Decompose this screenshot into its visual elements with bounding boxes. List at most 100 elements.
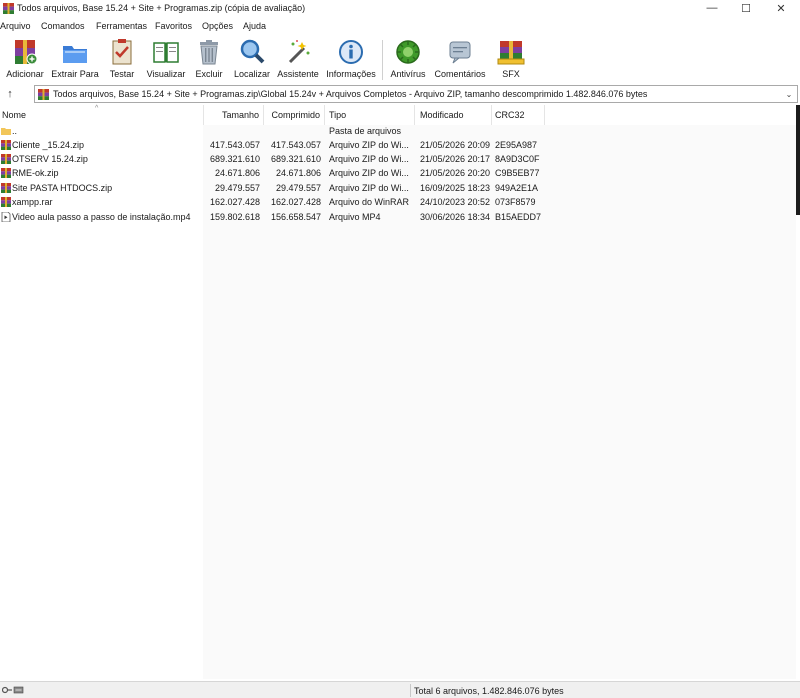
up-folder-button[interactable]: ↑ [2, 86, 18, 102]
file-modified: 21/05/2026 20:09 [420, 140, 491, 150]
file-type: Arquivo ZIP do Wi... [329, 154, 409, 164]
menu-bar: Arquivo Comandos Ferramentas Favoritos O… [0, 19, 800, 34]
winrar-archive-icon [1, 183, 11, 193]
column-header: Nome Tamanho Comprimido Tipo Modificado … [0, 105, 545, 125]
column-crc32[interactable]: CRC32 [492, 105, 545, 125]
wizard-button[interactable]: Assistente [276, 38, 320, 80]
file-packed: 417.543.057 [270, 140, 321, 150]
table-row[interactable]: OTSERV 15.24.zip 689.321.610 689.321.610… [0, 152, 545, 166]
file-size: 689.321.610 [209, 154, 260, 164]
column-size[interactable]: Tamanho [204, 105, 264, 125]
delete-button[interactable]: Excluir [194, 38, 224, 80]
view-label: Visualizar [146, 69, 186, 79]
close-button[interactable]: ✕ [765, 0, 797, 16]
find-button[interactable]: Localizar [232, 38, 272, 80]
file-modified: 21/05/2026 20:20 [420, 168, 491, 178]
video-file-icon [1, 212, 11, 222]
comment-label: Comentários [434, 69, 486, 79]
file-size: 159.802.618 [209, 212, 260, 222]
winrar-archive-icon [38, 89, 49, 100]
column-name[interactable]: Nome [0, 105, 204, 125]
column-packed[interactable]: Comprimido [264, 105, 325, 125]
file-packed: 162.027.428 [270, 197, 321, 207]
file-packed: 689.321.610 [270, 154, 321, 164]
table-row-parent[interactable]: .. Pasta de arquivos [0, 124, 545, 138]
wizard-label: Assistente [277, 69, 319, 79]
menu-opcoes[interactable]: Opções [202, 21, 233, 31]
path-dropdown-button[interactable]: ⌄ [783, 87, 795, 101]
file-crc32: 8A9D3C0F [495, 154, 540, 164]
window-edge [796, 105, 800, 215]
address-bar: ↑ Todos arquivos, Base 15.24 + Site + Pr… [0, 84, 800, 104]
file-type: Arquivo ZIP do Wi... [329, 168, 409, 178]
table-row[interactable]: Video aula passo a passo de instalação.m… [0, 210, 545, 224]
file-size: 24.671.806 [214, 168, 260, 178]
winrar-archive-icon [1, 197, 11, 207]
table-row[interactable]: RME-ok.zip 24.671.806 24.671.806 Arquivo… [0, 166, 545, 180]
file-name: OTSERV 15.24.zip [12, 154, 88, 164]
winrar-archive-icon [1, 154, 11, 164]
toolbar: Adicionar Extrair Para Testar Visualizar [0, 35, 800, 80]
add-button[interactable]: Adicionar [4, 38, 46, 80]
file-crc32: B15AEDD7 [495, 212, 542, 222]
status-total: Total 6 arquivos, 1.482.846.076 bytes [414, 686, 564, 696]
menu-comandos[interactable]: Comandos [41, 21, 85, 31]
file-packed: 156.658.547 [270, 212, 321, 222]
add-icon [15, 40, 38, 65]
file-name: RME-ok.zip [12, 168, 59, 178]
status-key-drive-icon[interactable] [2, 685, 24, 695]
test-label: Testar [109, 69, 135, 79]
file-crc32: 949A2E1A [495, 183, 539, 193]
file-size: 29.479.557 [214, 183, 260, 193]
table-row[interactable]: xampp.rar 162.027.428 162.027.428 Arquiv… [0, 195, 545, 209]
view-button[interactable]: Visualizar [146, 38, 186, 80]
menu-ajuda[interactable]: Ajuda [243, 21, 266, 31]
comment-icon [449, 41, 471, 64]
file-name: Cliente _15.24.zip [12, 140, 85, 150]
title-bar: Todos arquivos, Base 15.24 + Site + Prog… [0, 0, 800, 18]
column-modified[interactable]: Modificado [415, 105, 492, 125]
status-bar: Total 6 arquivos, 1.482.846.076 bytes [0, 681, 800, 698]
table-row[interactable]: Site PASTA HTDOCS.zip 29.479.557 29.479.… [0, 181, 545, 195]
sfx-icon [497, 41, 525, 65]
path-field[interactable]: Todos arquivos, Base 15.24 + Site + Prog… [34, 85, 798, 103]
file-name: xampp.rar [12, 197, 53, 207]
file-modified: 24/10/2023 20:52 [420, 197, 491, 207]
file-modified: 16/09/2025 18:23 [420, 183, 491, 193]
table-row[interactable]: Cliente _15.24.zip 417.543.057 417.543.0… [0, 138, 545, 152]
test-icon [112, 39, 132, 65]
delete-label: Excluir [195, 69, 223, 79]
column-type[interactable]: Tipo [325, 105, 415, 125]
menu-ferramentas[interactable]: Ferramentas [96, 21, 147, 31]
test-button[interactable]: Testar [106, 38, 138, 80]
add-label: Adicionar [6, 69, 44, 79]
file-type: Arquivo ZIP do Wi... [329, 183, 409, 193]
file-modified: 21/05/2026 20:17 [420, 154, 491, 164]
window-title: Todos arquivos, Base 15.24 + Site + Prog… [17, 3, 306, 13]
view-icon [153, 42, 179, 63]
winrar-app-icon [3, 3, 14, 14]
extract-label: Extrair Para [51, 69, 99, 79]
sfx-button[interactable]: SFX [496, 38, 526, 80]
file-crc32: 073F8579 [495, 197, 536, 207]
sfx-label: SFX [502, 69, 520, 79]
wizard-icon [288, 40, 310, 64]
file-packed: 24.671.806 [275, 168, 321, 178]
maximize-button[interactable]: ☐ [730, 0, 762, 16]
winrar-archive-icon [1, 140, 11, 150]
file-modified: 30/06/2026 18:34 [420, 212, 491, 222]
file-type: Arquivo ZIP do Wi... [329, 140, 409, 150]
antivirus-button[interactable]: Antivírus [388, 38, 428, 80]
extract-icon [63, 46, 87, 63]
file-name: Site PASTA HTDOCS.zip [12, 183, 113, 193]
antivirus-icon [396, 40, 420, 64]
file-type: Arquivo MP4 [329, 212, 381, 222]
file-size: 162.027.428 [209, 197, 260, 207]
minimize-button[interactable]: — [696, 0, 728, 16]
comment-button[interactable]: Comentários [432, 38, 488, 80]
info-button[interactable]: Informações [324, 38, 378, 80]
menu-arquivo[interactable]: Arquivo [0, 21, 31, 31]
file-size: 417.543.057 [209, 140, 260, 150]
extract-button[interactable]: Extrair Para [50, 38, 100, 80]
menu-favoritos[interactable]: Favoritos [155, 21, 192, 31]
